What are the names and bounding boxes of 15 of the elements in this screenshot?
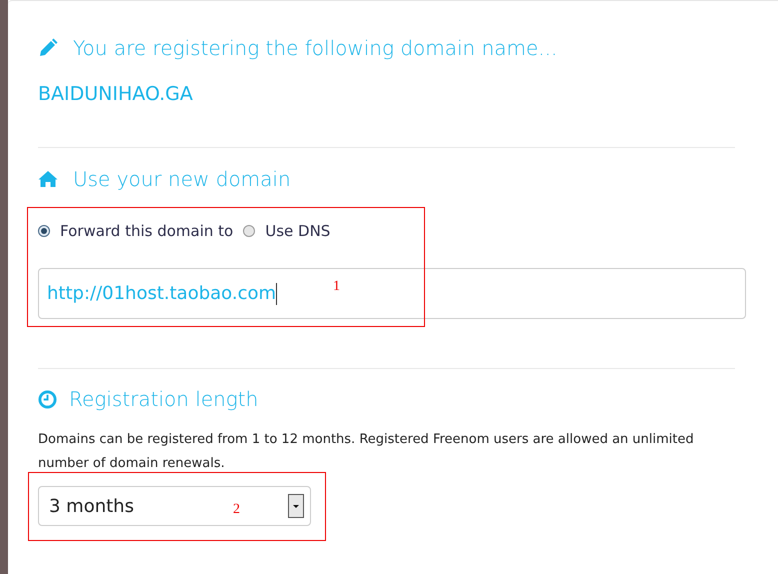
clock-icon	[38, 390, 57, 408]
radio-button[interactable]	[38, 224, 50, 237]
domain-name: BAIDUNIHAO.GA	[38, 82, 194, 107]
radio-label[interactable]: Forward this domain to	[60, 220, 234, 242]
annotation-number: 2	[233, 501, 240, 519]
section-title: You are registering the following domain name...	[73, 35, 558, 62]
section-title: Registration length	[69, 386, 258, 413]
radio-button[interactable]	[243, 224, 256, 237]
section-title: Use your new domain	[73, 166, 291, 192]
annotation-number: 1	[333, 278, 340, 296]
radio-label[interactable]: Use DNS	[265, 220, 330, 242]
caret-icon	[288, 494, 304, 518]
description-text: Domains can be registered from 1 to 12 months. Registered Freenom users are allowed an unlimited number of domain renewals.	[38, 431, 695, 473]
house-icon	[38, 170, 58, 188]
pencil-icon	[38, 38, 58, 58]
